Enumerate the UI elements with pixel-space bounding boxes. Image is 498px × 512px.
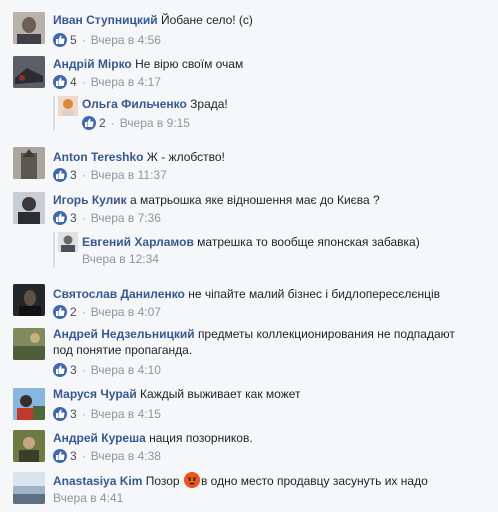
avatar[interactable] xyxy=(13,147,45,179)
comment-text: Йобане село! (с) xyxy=(160,13,253,27)
avatar[interactable] xyxy=(13,192,45,224)
comment-time[interactable]: Вчера в 4:56 xyxy=(91,33,161,47)
comment-meta: 3 · Вчера в 7:36 xyxy=(53,210,161,226)
like-count[interactable]: 3 xyxy=(70,449,77,463)
reply-thread-line xyxy=(53,96,55,130)
thumbs-up-icon[interactable] xyxy=(53,33,67,47)
thumbs-up-icon[interactable] xyxy=(53,363,67,377)
avatar[interactable] xyxy=(13,472,45,504)
like-count[interactable]: 2 xyxy=(70,305,77,319)
thumbs-up-icon[interactable] xyxy=(53,305,67,319)
thumbs-up-icon[interactable] xyxy=(53,75,67,89)
comment-text: Позор xyxy=(145,474,180,488)
comment-author[interactable]: Anastasiya Kim xyxy=(53,474,142,488)
avatar[interactable] xyxy=(13,430,45,462)
comment-time[interactable]: Вчера в 4:41 xyxy=(53,491,123,505)
comment-author[interactable]: Андрій Мірко xyxy=(53,57,132,71)
comment-text: Каждый выживает как может xyxy=(140,387,301,401)
like-count[interactable]: 3 xyxy=(70,363,77,377)
comment-author[interactable]: Иван Ступницкий xyxy=(53,13,158,27)
comment-time[interactable]: Вчера в 4:17 xyxy=(91,75,161,89)
comment-text: Зрада! xyxy=(190,97,228,111)
like-count[interactable]: 3 xyxy=(70,407,77,421)
thumbs-up-icon[interactable] xyxy=(82,116,96,130)
comment-author[interactable]: Святослав Даниленко xyxy=(53,287,185,301)
comment-time[interactable]: Вчера в 11:37 xyxy=(91,168,167,182)
comment-meta: 4 · Вчера в 4:17 xyxy=(53,74,161,90)
comment-text: не чіпайте малий бізнес і бидлопересєлєн… xyxy=(188,287,441,301)
comment-text-line2: под понятие пропаганда. xyxy=(53,343,193,357)
comment-text: а матрьошка яке відношення має до Києва … xyxy=(130,193,380,207)
avatar[interactable] xyxy=(13,284,45,316)
comment-text: предметы коллекционирования не подпадают xyxy=(197,327,455,341)
comment-time[interactable]: Вчера в 4:15 xyxy=(91,407,161,421)
comment-time[interactable]: Вчера в 4:38 xyxy=(91,449,161,463)
comment-text-after-emoji: в одно место продавцу засунуть их надо xyxy=(200,474,428,488)
angry-face-icon xyxy=(183,472,200,488)
comment-meta: 5 · Вчера в 4:56 xyxy=(53,32,161,48)
thumbs-up-icon[interactable] xyxy=(53,407,67,421)
reply-thread-line xyxy=(53,232,55,268)
like-count[interactable]: 3 xyxy=(70,211,77,225)
comment-time[interactable]: Вчера в 4:10 xyxy=(91,363,161,377)
avatar[interactable] xyxy=(58,96,78,116)
comment-meta: 3 · Вчера в 4:38 xyxy=(53,448,161,464)
comment-time[interactable]: Вчера в 4:07 xyxy=(91,305,161,319)
comment-text: матрешка то вообще японская забавка) xyxy=(197,235,420,249)
thumbs-up-icon[interactable] xyxy=(53,211,67,225)
comments-list: Иван Ступницкий Йобане село! (с) 5 · Вчера… xyxy=(0,0,498,512)
thumbs-up-icon[interactable] xyxy=(53,168,67,182)
comment-time[interactable]: Вчера в 9:15 xyxy=(120,116,190,130)
comment-meta: Вчера в 4:41 xyxy=(53,490,123,506)
comment-text: Не вірю своїм очам xyxy=(135,57,244,71)
thumbs-up-icon[interactable] xyxy=(53,449,67,463)
comment-meta: 3 · Вчера в 4:10 xyxy=(53,362,161,378)
comment-author[interactable]: Anton Tereshko xyxy=(53,150,143,164)
comment-author[interactable]: Андрей Недзельницкий xyxy=(53,327,195,341)
comment-meta: Вчера в 12:34 xyxy=(82,251,159,267)
comment-meta: 2 · Вчера в 4:07 xyxy=(53,304,161,320)
avatar[interactable] xyxy=(58,232,78,252)
comment-meta: 3 · Вчера в 11:37 xyxy=(53,167,167,183)
comment-author[interactable]: Андрей Куреша xyxy=(53,431,146,445)
avatar[interactable] xyxy=(13,12,45,44)
comment-time[interactable]: Вчера в 12:34 xyxy=(82,252,159,266)
comment-text: Ж - жлобство! xyxy=(146,150,225,164)
like-count[interactable]: 2 xyxy=(99,116,106,130)
comment-author[interactable]: Маруся Чурай xyxy=(53,387,137,401)
like-count[interactable]: 5 xyxy=(70,33,77,47)
comment-text: нация позорников. xyxy=(149,431,253,445)
comment-meta: 2 · Вчера в 9:15 xyxy=(82,115,190,131)
avatar[interactable] xyxy=(13,388,45,420)
avatar[interactable] xyxy=(13,56,45,88)
comment-meta: 3 · Вчера в 4:15 xyxy=(53,406,161,422)
like-count[interactable]: 4 xyxy=(70,75,77,89)
comment-author[interactable]: Ольга Фильченко xyxy=(82,97,187,111)
like-count[interactable]: 3 xyxy=(70,168,77,182)
comment-author[interactable]: Евгений Харламов xyxy=(82,235,194,249)
avatar[interactable] xyxy=(13,328,45,360)
comment-author[interactable]: Игорь Кулик xyxy=(53,193,127,207)
comment-time[interactable]: Вчера в 7:36 xyxy=(91,211,161,225)
